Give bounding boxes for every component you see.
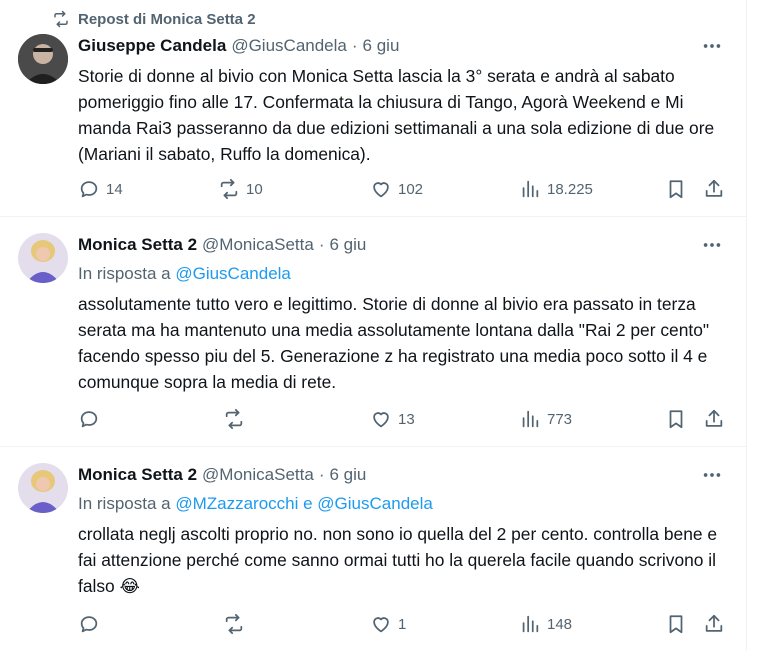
timestamp[interactable]: 6 giu: [329, 465, 366, 485]
tweet-header: Monica Setta 2 @MonicaSetta · 6 giu: [78, 465, 366, 485]
timestamp[interactable]: 6 giu: [329, 235, 366, 255]
reply-count: 14: [106, 180, 123, 198]
tweet-text: Storie di donne al bivio con Monica Sett…: [78, 66, 715, 164]
bookmark-icon: [669, 615, 683, 634]
timestamp[interactable]: 6 giu: [363, 36, 400, 56]
reply-mention-link[interactable]: @MZazzarocchi e @GiusCandela: [175, 494, 433, 513]
repost-icon: [225, 408, 243, 430]
tweet[interactable]: Monica Setta 2 @MonicaSetta · 6 giu In r…: [0, 447, 746, 651]
like-count: 13: [398, 410, 415, 428]
author-name[interactable]: Monica Setta 2: [78, 465, 197, 485]
view-count: 773: [547, 410, 573, 428]
reply-context: In risposta a @MZazzarocchi e @GiusCande…: [78, 494, 433, 514]
comment-icon: [80, 411, 98, 428]
separator-dot: ·: [318, 465, 325, 484]
repost-indicator[interactable]: Repost di Monica Setta 2: [52, 8, 256, 30]
more-options-button[interactable]: [700, 36, 724, 56]
author-name[interactable]: Monica Setta 2: [78, 235, 197, 255]
share-icon: [705, 409, 723, 427]
action-bar: 14 10 102 18.225: [78, 177, 728, 201]
bookmark-button[interactable]: [665, 407, 687, 431]
reply-button[interactable]: 14: [78, 177, 123, 201]
reply-prefix: In risposta a: [78, 494, 171, 513]
like-count: 1: [398, 615, 407, 633]
action-bar: 1 148: [78, 612, 728, 636]
repost-count: 10: [246, 180, 263, 198]
separator-dot: ·: [351, 36, 358, 55]
bookmark-button[interactable]: [665, 177, 687, 201]
share-icon: [705, 614, 723, 632]
like-button[interactable]: 1: [370, 612, 406, 636]
reply-context: In risposta a @GiusCandela: [78, 264, 291, 284]
repost-label: Repost di Monica Setta 2: [78, 10, 256, 28]
reply-prefix: In risposta a: [78, 264, 171, 283]
bar-chart-icon: [522, 410, 539, 428]
tweet-text-content: crollata neglj ascolti proprio no. non s…: [78, 524, 718, 596]
more-horizontal-icon: [703, 243, 721, 247]
views-button[interactable]: 773: [519, 407, 572, 431]
view-count: 148: [547, 615, 573, 633]
tweet[interactable]: Monica Setta 2 @MonicaSetta · 6 giu In r…: [0, 217, 746, 447]
tweet-text: crollata neglj ascolti proprio no. non s…: [78, 521, 728, 600]
repost-button[interactable]: 10: [218, 177, 263, 201]
reply-button[interactable]: [78, 407, 106, 431]
like-button[interactable]: 102: [370, 177, 423, 201]
author-name[interactable]: Giuseppe Candela: [78, 36, 226, 56]
bookmark-icon: [669, 180, 683, 199]
tweet-header: Monica Setta 2 @MonicaSetta · 6 giu: [78, 235, 366, 255]
like-button[interactable]: 13: [370, 407, 415, 431]
heart-icon: [373, 412, 389, 428]
avatar[interactable]: [18, 233, 68, 283]
repost-icon: [54, 10, 68, 28]
author-handle[interactable]: @MonicaSetta: [202, 235, 314, 255]
like-count: 102: [398, 180, 424, 198]
share-button[interactable]: [703, 612, 725, 636]
bar-chart-icon: [522, 615, 539, 633]
author-handle[interactable]: @MonicaSetta: [202, 465, 314, 485]
more-horizontal-icon: [703, 473, 721, 477]
share-icon: [705, 179, 723, 197]
comment-icon: [80, 181, 98, 198]
separator-dot: ·: [318, 235, 325, 254]
repost-icon: [225, 613, 243, 635]
timeline: Repost di Monica Setta 2 Giuseppe Candel…: [0, 0, 747, 651]
share-button[interactable]: [703, 177, 725, 201]
more-options-button[interactable]: [700, 235, 724, 255]
tweet-text: assolutamente tutto vero e legittimo. St…: [78, 294, 710, 392]
repost-icon: [220, 178, 238, 200]
laughing-tears-emoji: 😂: [119, 577, 140, 597]
reply-button[interactable]: [78, 612, 106, 636]
bookmark-icon: [669, 410, 683, 429]
action-bar: 13 773: [78, 407, 728, 431]
reply-mention-link[interactable]: @GiusCandela: [175, 264, 291, 283]
view-count: 18.225: [547, 180, 593, 198]
tweet-header: Giuseppe Candela @GiusCandela · 6 giu: [78, 36, 399, 56]
share-button[interactable]: [703, 407, 725, 431]
avatar[interactable]: [18, 463, 68, 513]
more-horizontal-icon: [703, 44, 721, 48]
more-options-button[interactable]: [700, 465, 724, 485]
comment-icon: [80, 616, 98, 633]
tweet[interactable]: Giuseppe Candela @GiusCandela · 6 giu St…: [0, 30, 746, 217]
heart-icon: [373, 617, 389, 633]
views-button[interactable]: 18.225: [519, 177, 593, 201]
bar-chart-icon: [522, 180, 539, 198]
views-button[interactable]: 148: [519, 612, 572, 636]
repost-button[interactable]: [223, 407, 251, 431]
avatar[interactable]: [18, 34, 68, 84]
bookmark-button[interactable]: [665, 612, 687, 636]
repost-button[interactable]: [223, 612, 251, 636]
author-handle[interactable]: @GiusCandela: [231, 36, 347, 56]
heart-icon: [373, 182, 389, 198]
